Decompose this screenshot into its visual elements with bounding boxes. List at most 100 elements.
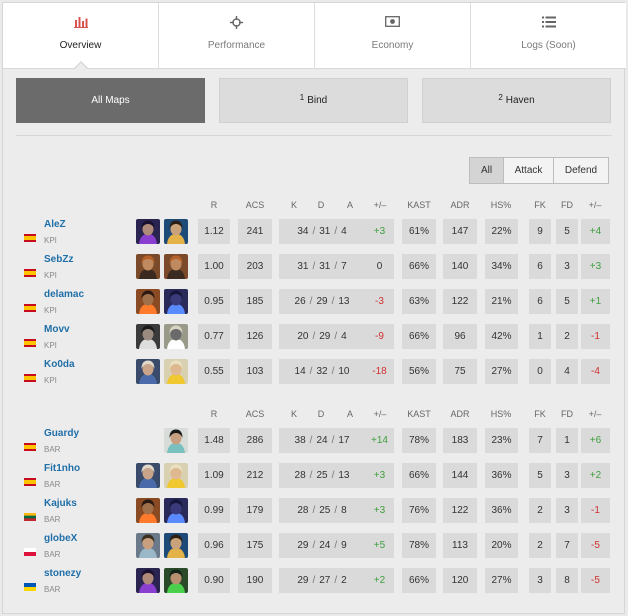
separator: / [309,366,313,377]
tab-label: Performance [207,40,266,51]
separator: / [312,331,316,342]
column-header: K [290,200,298,210]
side-filter-attack[interactable]: Attack [504,158,554,183]
stat-r: 0.55 [198,359,230,384]
stat-fk: 1 [529,324,551,349]
player-team: BAR [44,480,61,489]
player-name-link[interactable]: Movv [44,324,70,335]
stat-kd: +3 [365,498,394,523]
stat-kills: 29 [297,575,309,586]
spain-flag-icon [24,334,36,347]
player-name-link[interactable]: AleZ [44,219,66,230]
separator: / [331,366,335,377]
column-header: +/– [588,200,602,210]
sova-agent-icon [136,463,160,488]
player-name-link[interactable]: globeX [44,533,77,544]
killjoy-agent-icon [164,359,188,384]
player-team: BAR [44,445,61,454]
stat-hs: 27% [485,359,518,384]
stat-adr: 147 [443,219,477,244]
reyna-agent-icon [136,219,160,244]
stat-acs: 203 [238,254,272,279]
stat-r: 1.09 [198,463,230,488]
stat-fd: 8 [556,568,578,593]
stat-deaths: 31 [319,226,331,237]
map-label: All Maps [91,95,130,106]
stat-fk: 7 [529,428,551,453]
column-header: FK [534,200,546,210]
stat-kd: -18 [365,359,394,384]
column-header: R [210,200,218,210]
player-team: BAR [44,550,61,559]
column-header: A [346,409,354,419]
stat-deaths: 31 [319,261,331,272]
breach-agent-icon [136,254,160,279]
stat-hs: 23% [485,428,518,453]
stat-acs: 179 [238,498,272,523]
stat-deaths: 27 [319,575,331,586]
stat-deaths: 25 [319,505,331,516]
poland-flag-icon [24,543,36,556]
column-header: ADR [450,200,470,210]
stat-kast: 66% [402,463,436,488]
stat-fk: 5 [529,463,551,488]
stat-fkfd: +3 [581,254,610,279]
stat-assists: 7 [341,261,347,272]
stat-kast: 63% [402,289,436,314]
column-header: KAST [407,409,431,419]
player-name-link[interactable]: stonezy [44,568,81,579]
stat-fkfd: +1 [581,289,610,314]
tab-performance[interactable]: Performance [159,3,315,69]
tab-overview[interactable]: Overview [3,3,159,70]
stat-r: 0.95 [198,289,230,314]
column-header: KAST [407,200,431,210]
stat-adr: 113 [443,533,477,558]
separator: / [334,261,338,272]
stat-kills: 28 [297,505,309,516]
stat-r: 1.12 [198,219,230,244]
player-name-link[interactable]: SebZz [44,254,73,265]
separator: / [312,575,316,586]
stat-kda: 28/25/13 [279,463,365,488]
stat-fk: 2 [529,498,551,523]
map-selector: All Maps 1 Bind 2 Haven [16,78,612,123]
stat-adr: 75 [443,359,477,384]
chamber-agent-icon [164,219,188,244]
player-row: Ko0da KPI 0.55 103 14/32/10 -18 56% 75 27% 0 4 -4 [3,359,626,389]
separator: / [331,435,335,446]
stat-hs: 20% [485,533,518,558]
map-button-haven[interactable]: 2 Haven [422,78,611,123]
column-header: +/– [373,409,387,419]
stats-tabs: Overview Performance Economy Logs (Soon) [3,3,626,70]
lithuania-flag-icon [24,508,36,521]
side-filter-defend[interactable]: Defend [554,158,608,183]
stat-kast: 78% [402,533,436,558]
map-button-all-maps[interactable]: All Maps [16,78,205,123]
stat-fk: 3 [529,568,551,593]
side-filter-all[interactable]: All [470,158,504,183]
stat-r: 1.00 [198,254,230,279]
stat-kd: 0 [365,254,394,279]
tab-logs-soon[interactable]: Logs (Soon) [471,3,626,69]
crosshair-icon [159,16,314,30]
stat-hs: 36% [485,498,518,523]
stat-assists: 17 [338,435,350,446]
spain-flag-icon [24,229,36,242]
player-name-link[interactable]: Guardy [44,428,79,439]
map-number: 1 [299,93,305,102]
tab-economy[interactable]: Economy [315,3,471,69]
stat-kast: 66% [402,324,436,349]
stat-acs: 190 [238,568,272,593]
player-name-link[interactable]: delamac [44,289,84,300]
separator: / [334,505,338,516]
player-name-link[interactable]: Fit1nho [44,463,80,474]
player-name-link[interactable]: Kajuks [44,498,77,509]
list-icon [471,16,626,30]
player-name-link[interactable]: Ko0da [44,359,75,370]
map-button-bind[interactable]: 1 Bind [219,78,408,123]
player-row: stonezy BAR 0.90 190 29/27/2 +2 66% 120 27% 3 8 -5 [3,568,626,598]
side-filter: All Attack Defend [469,157,609,184]
stat-fd: 7 [556,533,578,558]
stat-assists: 4 [341,226,347,237]
stat-kda: 26/29/13 [279,289,365,314]
